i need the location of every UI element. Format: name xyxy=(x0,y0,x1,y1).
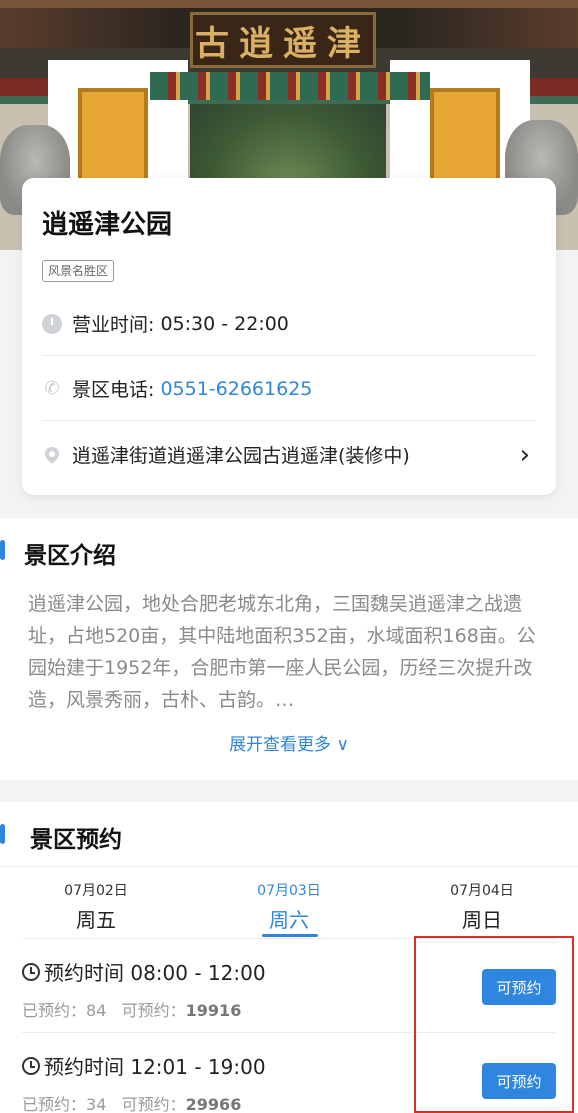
clock-icon xyxy=(22,1056,40,1075)
day-tab-0704[interactable]: 07月04日 周日 xyxy=(402,880,562,933)
day-tab-0702[interactable]: 07月02日 周五 xyxy=(16,880,176,933)
phone-label: 景区电话: xyxy=(72,379,155,401)
booking-section: 景区预约 07月02日 周五 07月03日 周六 07月04日 周日 预约时间 … xyxy=(0,802,578,1113)
gate-painted-beam xyxy=(150,72,430,100)
booked-count: 84 xyxy=(86,1001,107,1020)
phone-icon: ✆ xyxy=(44,377,60,399)
time-slot: 预约时间 12:01 - 19:00 已预约：34 可预约：29966 可预约 xyxy=(22,1032,556,1113)
park-info-card: 逍遥津公园 风景名胜区 营业时间: 05:30 - 22:00 ✆ 景区电话: … xyxy=(22,178,556,495)
park-name: 逍遥津公园 xyxy=(42,210,173,240)
gate-plaque-text: 古逍遥津 xyxy=(195,23,371,64)
hours-value: 05:30 - 22:00 xyxy=(160,312,289,335)
expand-more-link[interactable]: 展开查看更多 ∨ xyxy=(0,730,578,755)
phone-number-link[interactable]: 0551-62661625 xyxy=(160,378,312,400)
intro-section: 景区介绍 逍遥津公园，地处合肥老城东北角，三国魏吴逍遥津之战遗址，占地520亩，… xyxy=(0,518,578,780)
slot-time: 预约时间 12:01 - 19:00 xyxy=(22,1051,266,1080)
booked-label: 已预约： xyxy=(22,1095,87,1113)
chevron-right-icon: › xyxy=(519,440,530,470)
active-tab-indicator xyxy=(262,934,318,937)
hours-label: 营业时间: xyxy=(72,314,155,336)
available-count: 29966 xyxy=(185,1095,242,1113)
reserve-button[interactable]: 可预约 xyxy=(482,969,556,1005)
location-pin-icon xyxy=(42,444,62,464)
park-category-tag: 风景名胜区 xyxy=(42,260,115,282)
section-accent-bar xyxy=(0,824,5,844)
divider xyxy=(0,866,578,867)
day-tab-date: 07月04日 xyxy=(450,883,514,899)
slot-stats: 已预约：84 可预约：19916 xyxy=(22,997,241,1021)
address-text: 逍遥津街道逍遥津公园古逍遥津(装修中) xyxy=(72,444,410,467)
slot-time-label: 预约时间 12:01 - 19:00 xyxy=(44,1055,266,1079)
clock-icon xyxy=(42,313,62,334)
day-tab-weekday: 周日 xyxy=(462,908,502,932)
slot-time-label: 预约时间 08:00 - 12:00 xyxy=(44,961,266,985)
booking-title: 景区预约 xyxy=(30,827,122,853)
intro-title: 景区介绍 xyxy=(24,543,116,569)
opening-hours-row: 营业时间: 05:30 - 22:00 xyxy=(42,292,536,356)
slot-time: 预约时间 08:00 - 12:00 xyxy=(22,957,266,986)
section-accent-bar xyxy=(0,540,5,560)
booked-label: 已预约： xyxy=(22,1001,87,1020)
day-tab-weekday: 周五 xyxy=(76,908,116,932)
intro-text: 逍遥津公园，地处合肥老城东北角，三国魏吴逍遥津之战遗址，占地520亩，其中陆地面… xyxy=(28,593,536,711)
available-count: 19916 xyxy=(185,1001,242,1020)
time-slot: 预约时间 08:00 - 12:00 已预约：84 可预约：19916 可预约 xyxy=(22,938,556,1034)
day-tab-0703[interactable]: 07月03日 周六 xyxy=(209,880,369,933)
clock-icon xyxy=(22,962,40,981)
address-row[interactable]: 逍遥津街道逍遥津公园古逍遥津(装修中) › xyxy=(42,422,536,486)
phone-row[interactable]: ✆ 景区电话: 0551-62661625 xyxy=(42,357,536,421)
available-label: 可预约： xyxy=(121,1095,186,1113)
day-tab-date: 07月02日 xyxy=(64,883,128,899)
available-label: 可预约： xyxy=(121,1001,186,1020)
gate-plaque: 古逍遥津 xyxy=(190,12,376,68)
day-tab-date: 07月03日 xyxy=(257,883,321,899)
reserve-button[interactable]: 可预约 xyxy=(482,1063,556,1099)
slot-stats: 已预约：34 可预约：29966 xyxy=(22,1091,241,1113)
day-tab-weekday: 周六 xyxy=(269,908,309,932)
booked-count: 34 xyxy=(86,1095,107,1113)
